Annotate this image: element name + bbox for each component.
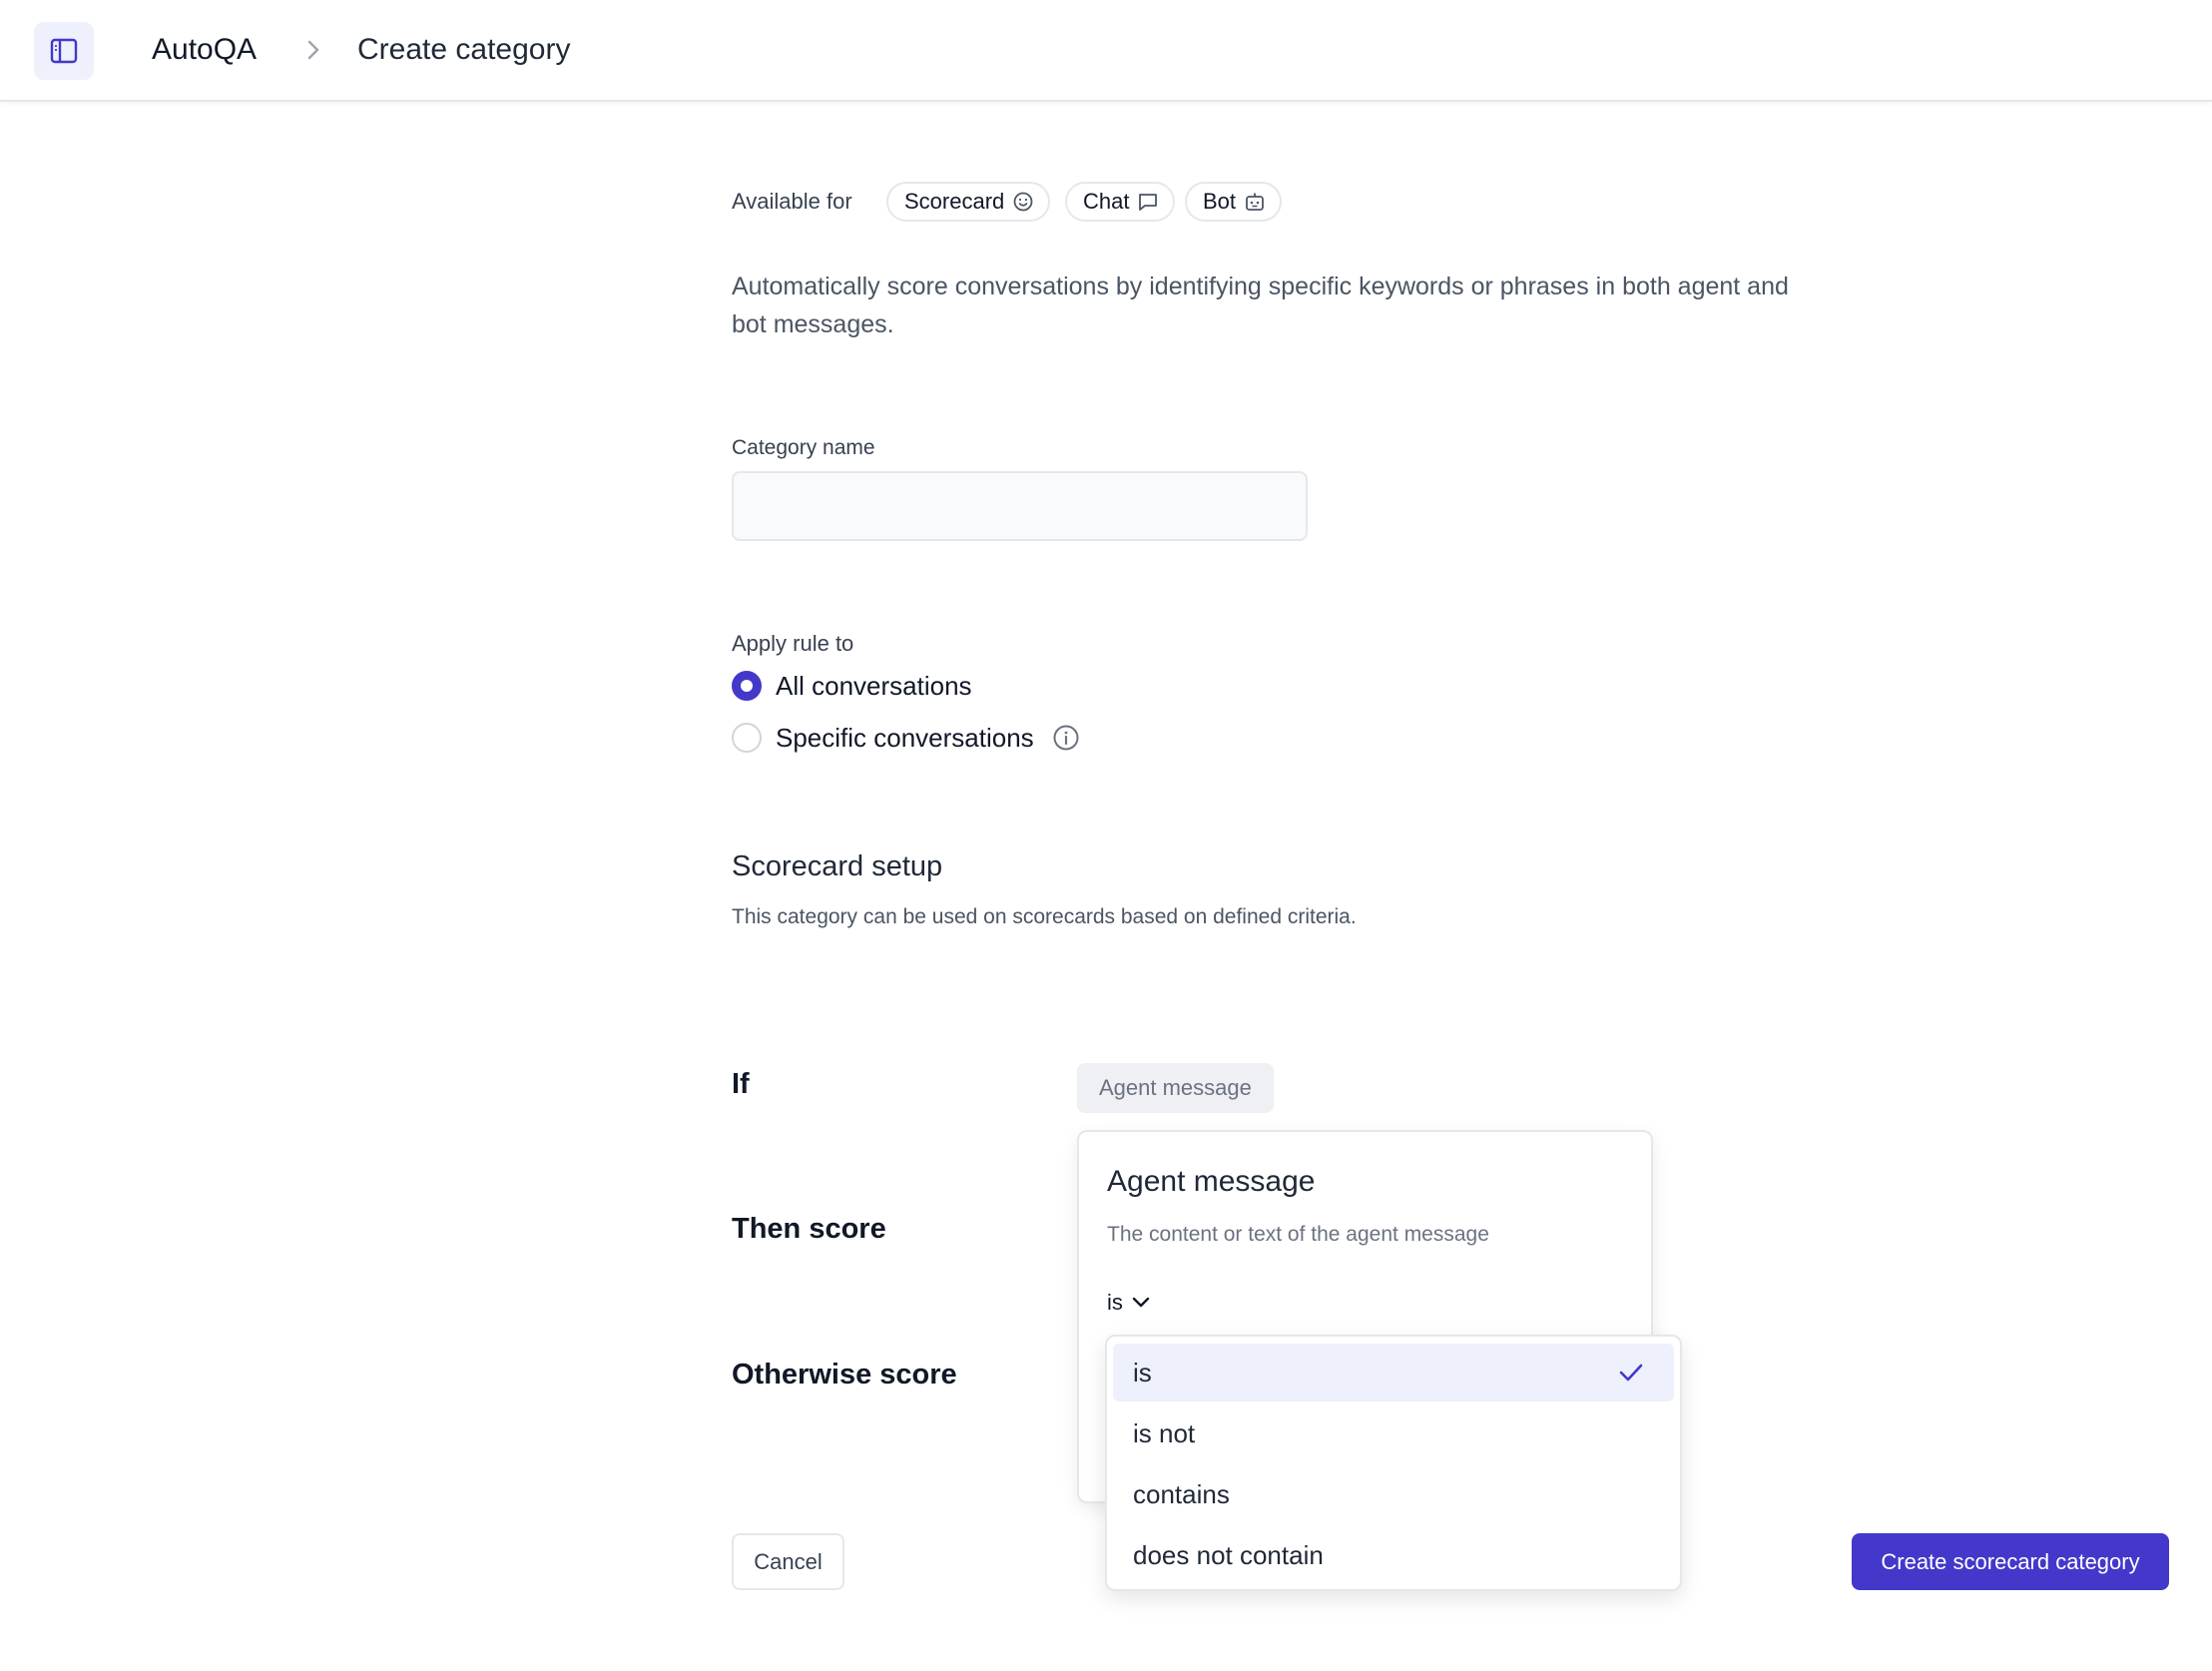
- chip-label: Scorecard: [904, 189, 1005, 214]
- otherwise-score-label: Otherwise score: [732, 1359, 957, 1391]
- option-label: is: [1133, 1357, 1152, 1388]
- chevron-right-icon: [301, 34, 325, 66]
- radio-all-conversations[interactable]: All conversations: [732, 669, 972, 703]
- scorecard-setup-title: Scorecard setup: [732, 850, 943, 882]
- breadcrumb-root[interactable]: AutoQA: [152, 30, 257, 70]
- check-icon: [1618, 1361, 1644, 1385]
- operator-select[interactable]: is: [1107, 1286, 1151, 1320]
- breadcrumb-current: Create category: [357, 33, 571, 66]
- radio-button-checked[interactable]: [732, 671, 762, 701]
- operator-option-does-not-contain[interactable]: does not contain: [1113, 1526, 1674, 1584]
- category-description: Automatically score conversations by ide…: [732, 273, 1789, 338]
- category-name-input[interactable]: [732, 471, 1308, 541]
- chip-label: Bot: [1203, 189, 1237, 214]
- option-label: does not contain: [1133, 1539, 1324, 1570]
- smiley-icon: [1012, 191, 1034, 213]
- then-score-label: Then score: [732, 1213, 886, 1245]
- popover-title: Agent message: [1107, 1165, 1316, 1198]
- popover-subtitle: The content or text of the agent message: [1107, 1223, 1489, 1246]
- operator-option-is[interactable]: is: [1113, 1344, 1674, 1401]
- operator-dropdown-menu: is is not contains does not contain: [1105, 1335, 1682, 1591]
- info-icon[interactable]: [1052, 724, 1080, 752]
- chip-chat: Chat: [1065, 182, 1176, 222]
- sidebar-toggle-button[interactable]: [34, 22, 94, 80]
- chip-label: Chat: [1083, 189, 1130, 214]
- operator-option-is-not[interactable]: is not: [1113, 1404, 1674, 1462]
- cancel-button[interactable]: Cancel: [732, 1533, 844, 1590]
- radio-button-unchecked[interactable]: [732, 723, 762, 753]
- sidebar-panel-icon: [50, 38, 78, 64]
- operator-option-contains[interactable]: contains: [1113, 1465, 1674, 1523]
- option-label: is not: [1133, 1417, 1196, 1448]
- radio-label: All conversations: [776, 670, 972, 701]
- chip-bot: Bot: [1185, 182, 1283, 222]
- category-name-label: Category name: [732, 436, 875, 459]
- available-for-label: Available for: [732, 189, 852, 214]
- top-header: AutoQA Create category: [0, 0, 2212, 102]
- chip-scorecard: Scorecard: [886, 182, 1051, 222]
- operator-value: is: [1107, 1290, 1123, 1315]
- option-label: contains: [1133, 1478, 1230, 1509]
- attribute-pill-agent-message[interactable]: Agent message: [1077, 1063, 1274, 1113]
- if-label: If: [732, 1068, 750, 1100]
- radio-specific-conversations[interactable]: Specific conversations: [732, 721, 1080, 755]
- chat-bubble-icon: [1137, 191, 1159, 213]
- chevron-down-icon: [1131, 1296, 1151, 1310]
- apply-rule-label: Apply rule to: [732, 631, 854, 656]
- scorecard-setup-subtitle: This category can be used on scorecards …: [732, 905, 1357, 928]
- create-scorecard-category-button[interactable]: Create scorecard category: [1852, 1533, 2169, 1590]
- robot-icon: [1244, 191, 1266, 213]
- radio-label: Specific conversations: [776, 722, 1034, 753]
